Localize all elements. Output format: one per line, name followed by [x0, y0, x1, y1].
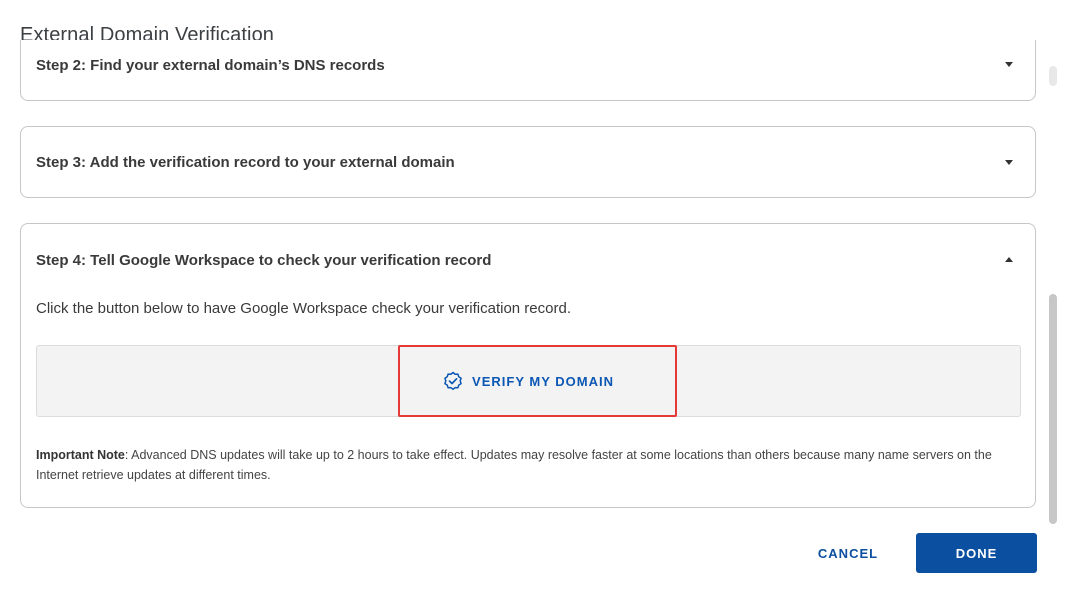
- scrollbar-thumb[interactable]: [1049, 294, 1057, 524]
- note-text: : Advanced DNS updates will take up to 2…: [36, 448, 992, 482]
- step-3-header: Step 3: Add the verification record to y…: [36, 154, 455, 171]
- step-2-panel[interactable]: Step 2: Find your external domain’s DNS …: [20, 40, 1036, 101]
- step-4-header[interactable]: Step 4: Tell Google Workspace to check y…: [36, 252, 491, 269]
- verify-my-domain-button[interactable]: VERIFY MY DOMAIN: [37, 346, 1020, 416]
- verify-action-area: VERIFY MY DOMAIN: [36, 345, 1021, 417]
- chevron-down-icon[interactable]: [1005, 62, 1013, 67]
- important-note: Important Note: Advanced DNS updates wil…: [36, 445, 1021, 485]
- step-3-panel[interactable]: Step 3: Add the verification record to y…: [20, 126, 1036, 198]
- chevron-down-icon[interactable]: [1005, 160, 1013, 165]
- note-label: Important Note: [36, 448, 125, 462]
- domain-verification-dialog: External Domain Verification Step 2: Fin…: [0, 0, 1075, 592]
- verify-button-label: VERIFY MY DOMAIN: [472, 373, 614, 389]
- chevron-up-icon[interactable]: [1005, 257, 1013, 262]
- scrollbar-segment: [1049, 66, 1057, 86]
- step-4-description: Click the button below to have Google Wo…: [36, 300, 571, 317]
- verified-check-icon: [444, 371, 462, 391]
- step-2-header: Step 2: Find your external domain’s DNS …: [36, 57, 385, 74]
- step-4-panel: Step 4: Tell Google Workspace to check y…: [20, 223, 1036, 508]
- done-button[interactable]: DONE: [916, 533, 1037, 573]
- cancel-button[interactable]: CANCEL: [808, 534, 888, 572]
